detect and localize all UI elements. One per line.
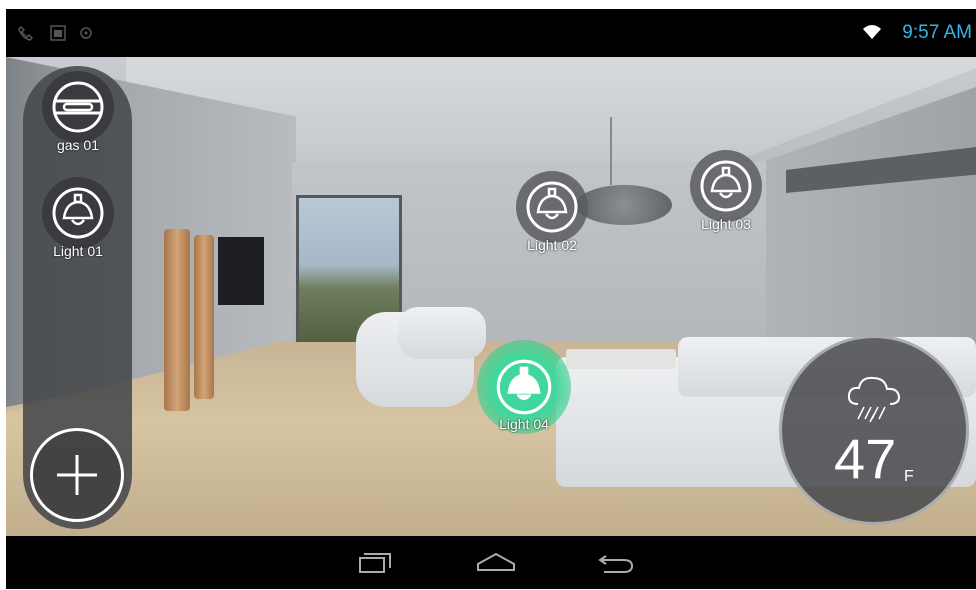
missed-call-icon xyxy=(18,25,34,41)
device-light-01[interactable]: Light 01 xyxy=(34,177,122,259)
weather-widget[interactable]: 47 F xyxy=(779,335,969,525)
temperature-unit: F xyxy=(904,468,914,485)
add-device-button[interactable] xyxy=(30,428,124,522)
lamp-cord xyxy=(610,117,612,185)
recent-apps-icon[interactable] xyxy=(356,550,396,576)
pendant-lamp-icon xyxy=(496,359,552,415)
device-ring xyxy=(42,177,114,249)
armchair xyxy=(398,307,486,359)
image-icon xyxy=(50,25,66,41)
pendant-lamp-icon xyxy=(52,187,104,239)
navigation-bar xyxy=(6,536,976,589)
temperature-value: 47 xyxy=(834,427,897,490)
device-ring xyxy=(690,150,762,222)
wifi-icon xyxy=(863,25,881,39)
coffee-table xyxy=(566,349,676,369)
pendant-lamp-icon xyxy=(526,181,578,233)
decor-log xyxy=(194,235,214,399)
home-icon[interactable] xyxy=(474,550,518,576)
device-label: gas 01 xyxy=(56,137,100,153)
device-ring xyxy=(42,71,114,143)
sync-icon xyxy=(80,27,92,39)
tablet-screen: 9:57 AM gas 01 Light 01 Light 02 Light 0… xyxy=(6,9,976,589)
device-ring xyxy=(516,171,588,243)
clock: 9:57 AM xyxy=(902,22,972,43)
back-icon[interactable] xyxy=(596,550,636,576)
device-gas-01[interactable]: gas 01 xyxy=(34,71,122,153)
device-label: Light 01 xyxy=(53,243,103,259)
gas-valve-icon xyxy=(52,81,104,133)
decor-log xyxy=(164,229,190,411)
device-label: Light 03 xyxy=(701,216,751,232)
pendant-lamp-icon xyxy=(700,160,752,212)
device-label: Light 04 xyxy=(499,416,549,432)
plus-icon xyxy=(57,455,97,495)
television xyxy=(218,237,264,305)
device-light-04[interactable]: Light 04 xyxy=(474,340,574,434)
device-light-02[interactable]: Light 02 xyxy=(502,171,602,253)
rain-cloud-icon xyxy=(847,376,901,423)
status-bar: 9:57 AM xyxy=(6,9,976,57)
device-light-03[interactable]: Light 03 xyxy=(676,150,776,232)
device-label: Light 02 xyxy=(527,237,577,253)
